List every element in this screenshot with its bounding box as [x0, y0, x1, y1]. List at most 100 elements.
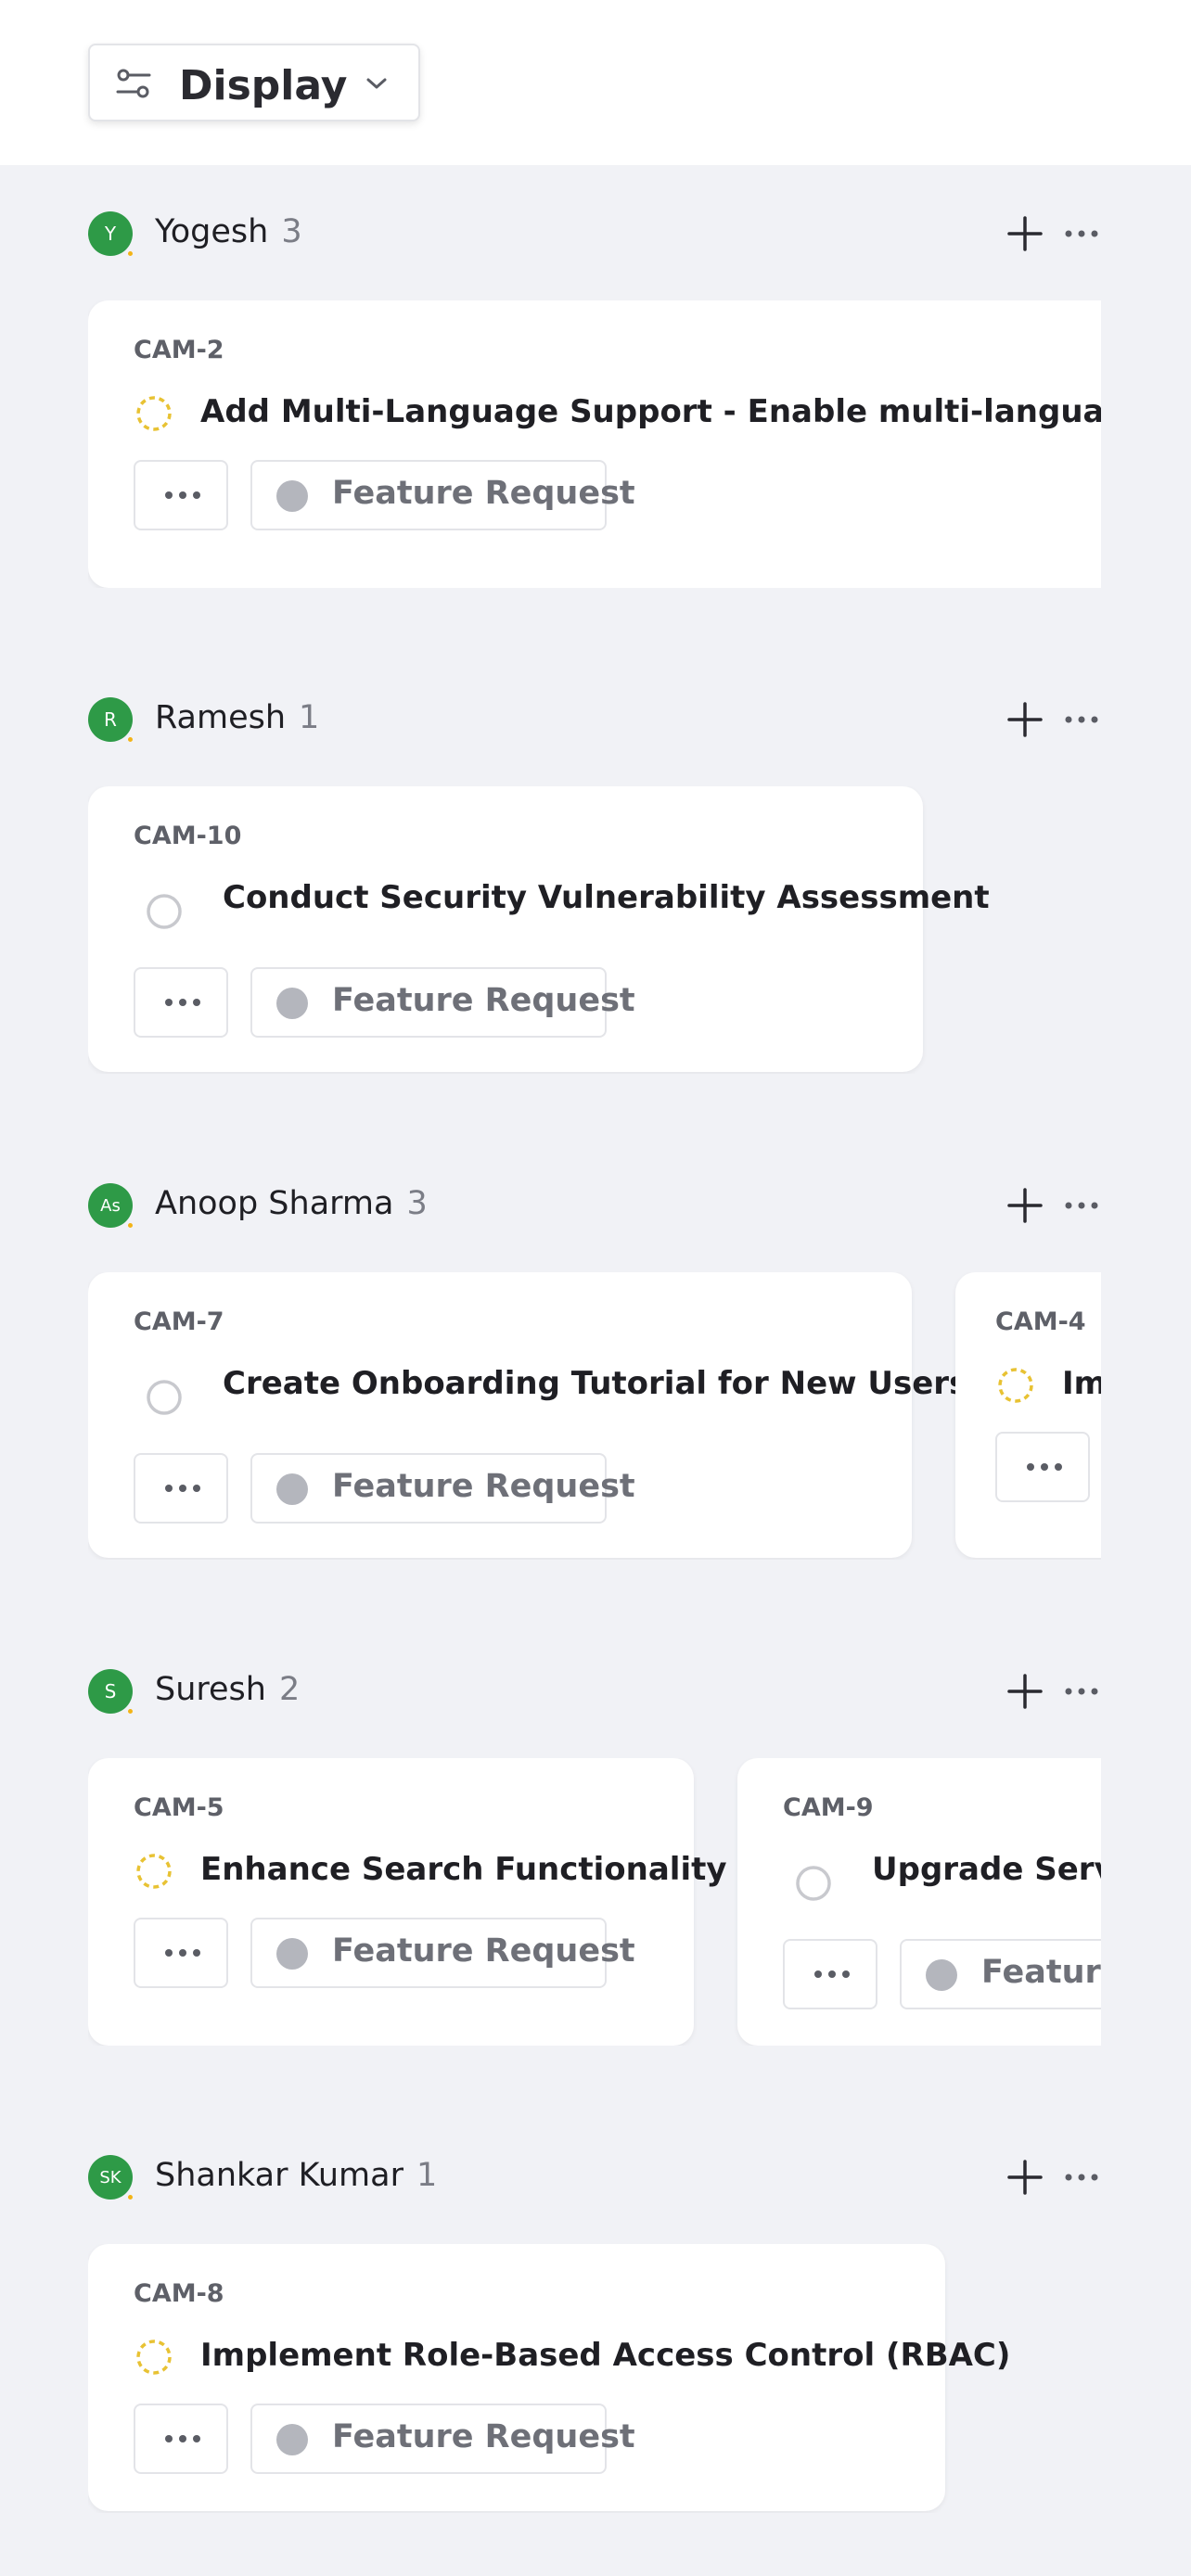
issue-id: CAM-5 — [134, 1793, 224, 1822]
in-progress-status-icon[interactable] — [134, 393, 174, 434]
issue-card[interactable]: CAM-5 Enhance Search Functionality Featu… — [88, 1758, 727, 2046]
card-more-button[interactable] — [783, 1939, 877, 2009]
label-chip[interactable]: Feature Request — [250, 460, 635, 530]
label-dot — [276, 2424, 308, 2455]
card-row: CAM-10 Conduct Security Vulnerability As… — [88, 786, 1101, 1074]
group-title: Anoop Sharma 3 — [155, 1185, 428, 1222]
more-dots-icon — [165, 1485, 200, 1492]
todo-status-icon[interactable] — [144, 891, 185, 932]
group-title: Yogesh 3 — [155, 213, 302, 250]
group-header: R Ramesh 1 — [88, 697, 1108, 749]
label-text: Feature Request — [981, 1954, 1101, 1991]
issue-id: CAM-8 — [134, 2279, 224, 2308]
issue-id: CAM-7 — [134, 1307, 224, 1336]
label-text: Feature Request — [332, 1468, 635, 1505]
display-label: Display — [179, 62, 348, 109]
card-more-button[interactable] — [995, 1432, 1090, 1502]
issue-title: Create Onboarding Tutorial for New Users — [223, 1365, 968, 1402]
label-chip[interactable]: Feature Request — [250, 2404, 635, 2474]
group-more-icon[interactable] — [1064, 710, 1099, 729]
group-title: Suresh 2 — [155, 1671, 300, 1708]
avatar-initials: As — [100, 1195, 121, 1216]
label-text: Feature Request — [332, 1932, 635, 1970]
avatar-initials: R — [104, 708, 117, 731]
display-options-button[interactable]: Display — [88, 44, 420, 121]
presence-dot — [126, 1221, 134, 1230]
issue-id: CAM-10 — [134, 822, 242, 850]
avatar: SK — [88, 2155, 134, 2201]
group-header: As Anoop Sharma 3 — [88, 1183, 1108, 1235]
issue-id: CAM-4 — [995, 1307, 1086, 1336]
group-count: 1 — [299, 699, 320, 736]
label-chip[interactable]: Feature Request — [900, 1939, 1101, 2009]
issue-card[interactable]: CAM-2 Add Multi-Language Support - Enabl… — [88, 300, 1101, 588]
card-row: CAM-5 Enhance Search Functionality Featu… — [88, 1758, 1101, 2046]
issue-card[interactable]: CAM-9 Upgrade Server Feature Request — [737, 1758, 1101, 2046]
todo-status-icon[interactable] — [144, 1377, 185, 1418]
add-issue-plus-icon[interactable] — [1006, 1673, 1044, 1710]
top-toolbar: Display — [0, 0, 1191, 165]
group-header: S Suresh 2 — [88, 1669, 1108, 1721]
issue-card[interactable]: CAM-10 Conduct Security Vulnerability As… — [88, 786, 990, 1072]
more-dots-icon — [1027, 1463, 1062, 1471]
issue-card[interactable]: CAM-8 Implement Role-Based Access Contro… — [88, 2244, 1010, 2511]
card-more-button[interactable] — [134, 460, 228, 530]
label-dot — [276, 1473, 308, 1505]
in-progress-status-icon[interactable] — [995, 1365, 1036, 1406]
avatar: Y — [88, 211, 134, 258]
group-name: Yogesh — [155, 213, 269, 250]
in-progress-status-icon[interactable] — [134, 2337, 174, 2378]
avatar: As — [88, 1183, 134, 1230]
label-dot — [276, 480, 308, 512]
more-dots-icon — [165, 491, 200, 499]
group-count: 3 — [281, 213, 302, 250]
issue-card[interactable]: CAM-4 Im — [955, 1272, 1101, 1558]
label-text: Feature Request — [332, 475, 635, 512]
card-more-button[interactable] — [134, 1918, 228, 1988]
group-name: Shankar Kumar — [155, 2157, 403, 2194]
label-chip[interactable]: Feature Request — [250, 1918, 635, 1988]
issue-card[interactable]: CAM-7 Create Onboarding Tutorial for New… — [88, 1272, 967, 1558]
group-more-icon[interactable] — [1064, 2168, 1099, 2187]
more-dots-icon — [165, 2435, 200, 2442]
presence-dot — [126, 2193, 134, 2201]
more-dots-icon — [165, 999, 200, 1006]
avatar-initials: Y — [104, 223, 117, 245]
avatar-initials: SK — [99, 2167, 122, 2187]
label-dot — [926, 1959, 957, 1991]
card-more-button[interactable] — [134, 2404, 228, 2474]
chevron-down-icon — [366, 78, 387, 89]
label-text: Feature Request — [332, 982, 635, 1019]
group-more-icon[interactable] — [1064, 1682, 1099, 1701]
label-chip[interactable]: Feature Request — [250, 1453, 635, 1524]
group-name: Anoop Sharma — [155, 1185, 394, 1222]
filter-sliders-icon — [116, 69, 151, 98]
card-more-button[interactable] — [134, 1453, 228, 1524]
in-progress-status-icon[interactable] — [134, 1851, 174, 1892]
group-title: Ramesh 1 — [155, 699, 319, 736]
label-chip[interactable]: Feature Request — [250, 967, 635, 1038]
group-name: Ramesh — [155, 699, 287, 736]
add-issue-plus-icon[interactable] — [1006, 2159, 1044, 2196]
card-more-button[interactable] — [134, 967, 228, 1038]
more-dots-icon — [165, 1949, 200, 1957]
label-dot — [276, 1938, 308, 1970]
group-more-icon[interactable] — [1064, 1196, 1099, 1215]
issue-title: Add Multi-Language Support - Enable mult… — [200, 393, 1101, 430]
add-issue-plus-icon[interactable] — [1006, 1187, 1044, 1224]
card-row: CAM-7 Create Onboarding Tutorial for New… — [88, 1272, 1101, 1560]
add-issue-plus-icon[interactable] — [1006, 701, 1044, 738]
issue-title: Conduct Security Vulnerability Assessmen… — [223, 879, 990, 916]
issue-title: Im — [1062, 1365, 1101, 1402]
card-row: CAM-2 Add Multi-Language Support - Enabl… — [88, 300, 1101, 588]
group-more-icon[interactable] — [1064, 224, 1099, 243]
issue-title: Implement Role-Based Access Control (RBA… — [200, 2337, 1011, 2374]
issue-id: CAM-9 — [783, 1793, 874, 1822]
issue-title: Enhance Search Functionality — [200, 1851, 727, 1888]
label-dot — [276, 988, 308, 1019]
avatar: S — [88, 1669, 134, 1715]
todo-status-icon[interactable] — [793, 1863, 834, 1904]
add-issue-plus-icon[interactable] — [1006, 215, 1044, 252]
group-count: 1 — [416, 2157, 438, 2194]
presence-dot — [126, 735, 134, 744]
